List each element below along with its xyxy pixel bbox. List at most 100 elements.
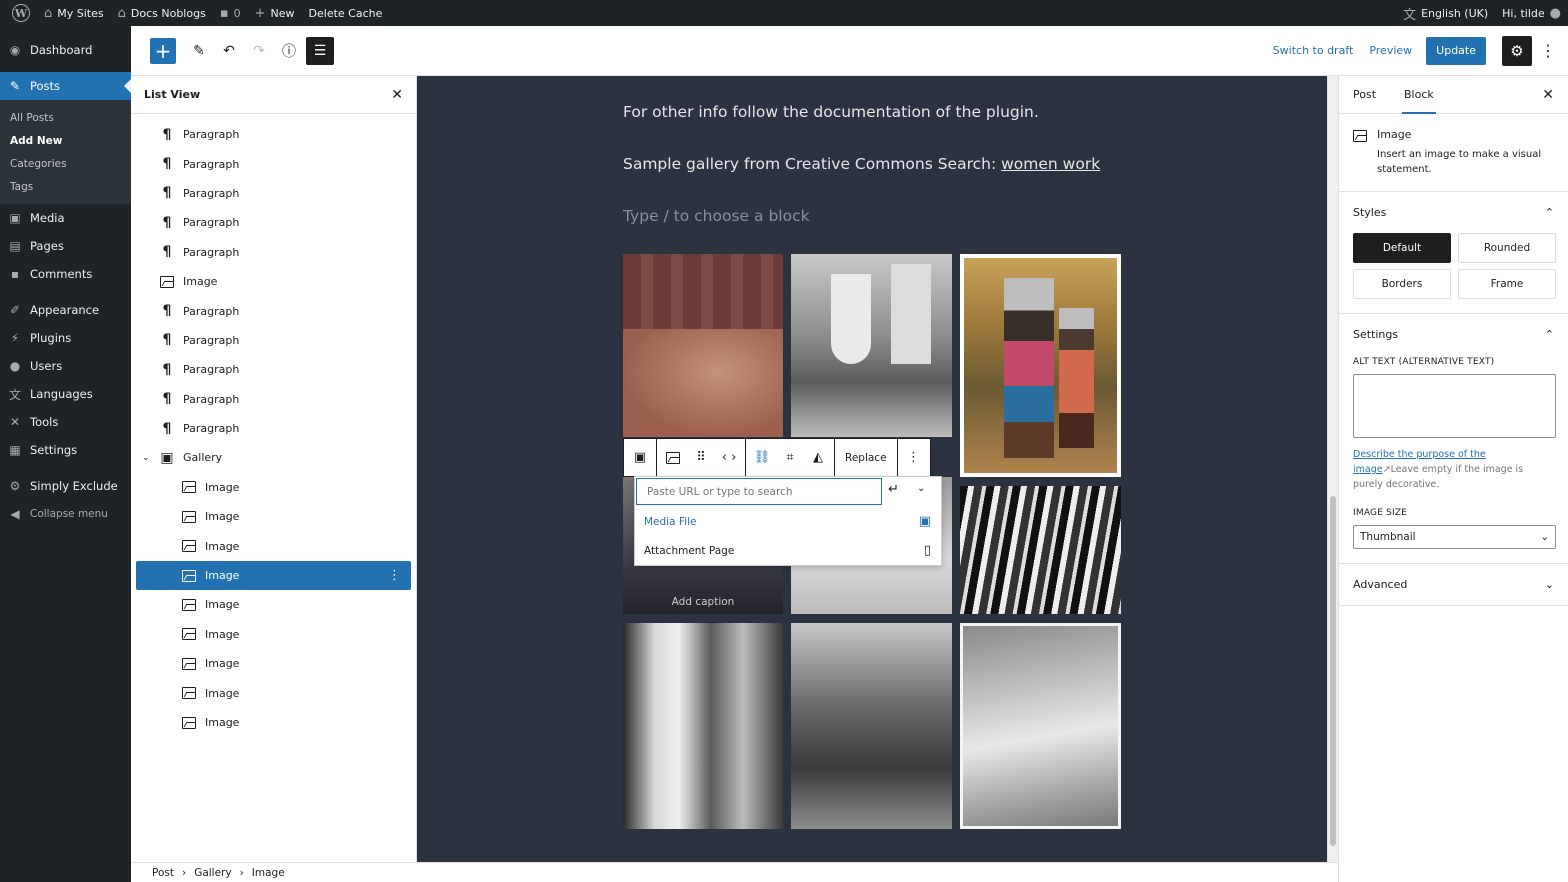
- switch-to-draft-button[interactable]: Switch to draft: [1265, 44, 1362, 57]
- menu-comments[interactable]: ▪ Comments: [0, 260, 131, 288]
- image-caption-placeholder[interactable]: Add caption: [623, 596, 783, 608]
- paragraph-block[interactable]: For other info follow the documentation …: [623, 103, 1039, 121]
- tools-button[interactable]: ✎: [186, 38, 212, 64]
- gallery-parent-button[interactable]: ▣: [630, 448, 650, 468]
- list-view-item-image[interactable]: Image: [131, 678, 416, 707]
- submenu-all-posts[interactable]: All Posts: [0, 106, 131, 129]
- gallery-image-9[interactable]: [960, 623, 1121, 829]
- close-list-view-button[interactable]: ✕: [391, 87, 403, 103]
- menu-pages[interactable]: ▤ Pages: [0, 232, 131, 260]
- media-file-option[interactable]: Media File ▣: [635, 509, 941, 537]
- submit-link-button[interactable]: ↵: [888, 482, 899, 497]
- style-frame[interactable]: Frame: [1458, 269, 1556, 299]
- crop-button[interactable]: ⌗: [780, 448, 800, 468]
- collapse-menu-button[interactable]: ◀ Collapse menu: [0, 500, 131, 528]
- duotone-button[interactable]: ◭: [808, 448, 828, 468]
- breadcrumb-gallery[interactable]: Gallery: [194, 867, 231, 879]
- update-button[interactable]: Update: [1426, 36, 1486, 65]
- list-view-item-paragraph[interactable]: ¶ Paragraph: [131, 238, 416, 267]
- list-view-item-paragraph[interactable]: ¶ Paragraph: [131, 385, 416, 414]
- style-borders[interactable]: Borders: [1353, 269, 1451, 299]
- link-options-toggle[interactable]: ⌄: [917, 483, 925, 494]
- gallery-image-2[interactable]: [791, 254, 952, 437]
- tab-post[interactable]: Post: [1339, 76, 1390, 113]
- list-view-item-gallery[interactable]: ⌄ ▣ Gallery: [131, 443, 416, 472]
- advanced-panel-toggle[interactable]: Advanced ⌄: [1353, 578, 1554, 591]
- chevron-down-icon[interactable]: ⌄: [142, 453, 150, 463]
- details-button[interactable]: ⓘ: [276, 38, 302, 64]
- list-view-item-image[interactable]: Image: [131, 649, 416, 678]
- menu-languages[interactable]: 文 Languages: [0, 380, 131, 408]
- settings-panel-toggle[interactable]: Settings ⌃: [1353, 328, 1554, 341]
- new-content-link[interactable]: + New: [248, 0, 302, 26]
- list-view-item-image[interactable]: Image: [131, 531, 416, 560]
- list-view-item-paragraph[interactable]: ¶ Paragraph: [131, 355, 416, 384]
- link-button[interactable]: ⛓: [752, 448, 772, 468]
- menu-appearance[interactable]: ✐ Appearance: [0, 296, 131, 324]
- list-view-item-paragraph[interactable]: ¶ Paragraph: [131, 120, 416, 149]
- canvas-scrollbar[interactable]: [1327, 76, 1338, 862]
- submenu-categories[interactable]: Categories: [0, 152, 131, 175]
- block-options-button[interactable]: ⋮: [904, 448, 924, 468]
- comments-link[interactable]: ▪ 0: [213, 0, 248, 26]
- list-view-item-paragraph[interactable]: ¶ Paragraph: [131, 179, 416, 208]
- preview-button[interactable]: Preview: [1361, 44, 1420, 57]
- style-rounded[interactable]: Rounded: [1458, 233, 1556, 263]
- tab-block[interactable]: Block: [1390, 76, 1448, 114]
- settings-toggle-button[interactable]: ⚙: [1502, 35, 1532, 66]
- gallery-image-7[interactable]: [623, 623, 783, 829]
- menu-simply-exclude[interactable]: ⚙ Simply Exclude: [0, 472, 131, 500]
- styles-panel-toggle[interactable]: Styles ⌃: [1353, 206, 1554, 219]
- list-view-button[interactable]: ☰: [306, 36, 334, 65]
- gallery-image-1[interactable]: [623, 254, 783, 437]
- list-view-item-image[interactable]: Image: [131, 473, 416, 502]
- menu-tools[interactable]: ✕ Tools: [0, 408, 131, 436]
- list-view-item-image[interactable]: Image ⋮: [136, 560, 411, 591]
- add-block-button[interactable]: +: [150, 37, 176, 64]
- menu-dashboard[interactable]: ◉ Dashboard: [0, 36, 131, 64]
- menu-users[interactable]: ● Users: [0, 352, 131, 380]
- list-view-item-paragraph[interactable]: ¶ Paragraph: [131, 414, 416, 443]
- submenu-tags[interactable]: Tags: [0, 175, 131, 198]
- drag-handle[interactable]: ⠿: [691, 448, 711, 468]
- list-view-item-paragraph[interactable]: ¶ Paragraph: [131, 326, 416, 355]
- menu-media[interactable]: ▣ Media: [0, 204, 131, 232]
- block-type-button[interactable]: [663, 448, 683, 468]
- attachment-page-option[interactable]: Attachment Page ▯: [635, 538, 941, 566]
- list-view-item-paragraph[interactable]: ¶ Paragraph: [131, 208, 416, 237]
- my-sites-link[interactable]: ⌂ My Sites: [37, 0, 111, 26]
- delete-cache-link[interactable]: Delete Cache: [302, 0, 390, 26]
- list-view-item-image[interactable]: Image: [131, 590, 416, 619]
- redo-button[interactable]: ↷: [246, 38, 272, 64]
- style-default[interactable]: Default: [1353, 233, 1451, 263]
- options-menu-button[interactable]: ⋮: [1540, 41, 1556, 60]
- list-view-item-image[interactable]: Image: [131, 267, 416, 296]
- block-appender-placeholder[interactable]: Type / to choose a block: [623, 207, 810, 225]
- list-view-item-paragraph[interactable]: ¶ Paragraph: [131, 149, 416, 178]
- gallery-image-8[interactable]: [791, 623, 952, 829]
- more-vertical-icon[interactable]: ⋮: [388, 568, 401, 583]
- list-view-item-paragraph[interactable]: ¶ Paragraph: [131, 296, 416, 325]
- submenu-add-new[interactable]: Add New: [0, 129, 131, 152]
- replace-button[interactable]: Replace: [845, 452, 887, 464]
- paragraph-block[interactable]: Sample gallery from Creative Commons Sea…: [623, 155, 1100, 173]
- list-view-item-image[interactable]: Image: [131, 620, 416, 649]
- undo-button[interactable]: ↶: [216, 38, 242, 64]
- list-view-item-image[interactable]: Image: [131, 708, 416, 737]
- link-url-input[interactable]: Paste URL or type to search: [636, 478, 882, 505]
- gallery-image-3[interactable]: [960, 254, 1121, 477]
- menu-settings[interactable]: ▦ Settings: [0, 436, 131, 464]
- move-button[interactable]: ‹ ›: [719, 448, 739, 468]
- alt-text-field[interactable]: [1353, 374, 1556, 438]
- site-name-link[interactable]: ⌂ Docs Noblogs: [111, 0, 213, 26]
- scrollbar-thumb[interactable]: [1330, 496, 1336, 846]
- menu-posts[interactable]: ✎ Posts: [0, 72, 131, 100]
- language-switcher[interactable]: 文 English (UK): [1396, 0, 1495, 26]
- wordpress-logo[interactable]: W: [0, 0, 37, 26]
- close-sidebar-button[interactable]: ✕: [1542, 76, 1568, 113]
- breadcrumb-post[interactable]: Post: [152, 867, 174, 879]
- image-size-select[interactable]: Thumbnail ⌄: [1353, 525, 1556, 549]
- account-menu[interactable]: Hi, tilde ●: [1495, 0, 1568, 26]
- list-view-item-image[interactable]: Image: [131, 502, 416, 531]
- gallery-image-6[interactable]: [960, 486, 1121, 614]
